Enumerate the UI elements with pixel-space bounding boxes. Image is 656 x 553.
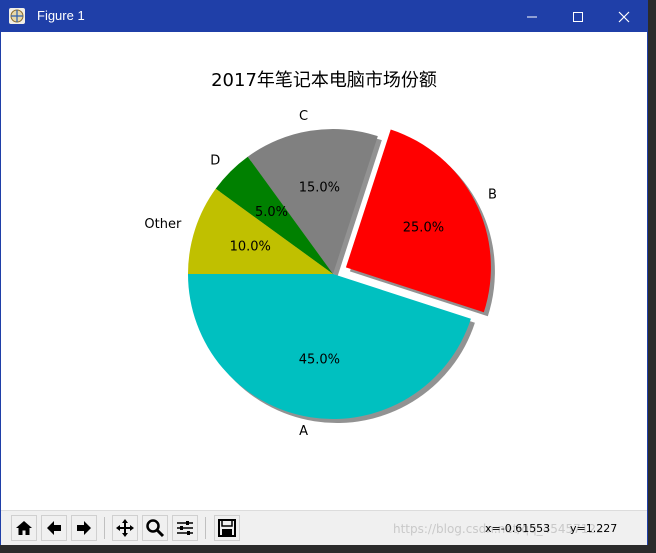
save-icon xyxy=(218,519,236,537)
maximize-button[interactable] xyxy=(555,1,601,32)
pie-percent-other: 10.0% xyxy=(230,240,271,255)
save-button[interactable] xyxy=(214,515,240,541)
close-button[interactable] xyxy=(601,1,647,32)
pie-percent-c: 15.0% xyxy=(299,181,340,196)
pie-chart: A 45.0% B 25.0% C 15.0% D 5.0% Other 10.0% xyxy=(144,109,497,439)
home-button[interactable] xyxy=(11,515,37,541)
pie-label-other: Other xyxy=(144,217,182,232)
pie-label-a: A xyxy=(299,424,308,439)
pie-label-d: D xyxy=(210,154,220,169)
pie-percent-d: 5.0% xyxy=(255,205,288,220)
minimize-icon xyxy=(527,16,537,17)
pan-button[interactable] xyxy=(112,515,138,541)
close-icon xyxy=(618,11,630,22)
forward-icon xyxy=(77,521,91,535)
zoom-icon xyxy=(146,519,165,538)
zoom-button[interactable] xyxy=(142,515,168,541)
figure-canvas[interactable]: 2017年笔记本电脑市场份额 A 45.0% B 25.0% C 15.0% D 5.0% Ot… xyxy=(1,32,647,510)
cursor-x-readout: x=-0.61553 xyxy=(485,522,551,535)
pie-percent-b: 25.0% xyxy=(403,220,444,235)
app-icon xyxy=(9,8,25,24)
configure-subplots-icon xyxy=(177,521,193,535)
toolbar-separator xyxy=(104,517,105,539)
pie-percent-a: 45.0% xyxy=(299,352,340,367)
pie-label-c: C xyxy=(299,109,308,124)
maximize-icon xyxy=(573,11,583,22)
home-icon xyxy=(16,521,32,535)
forward-button[interactable] xyxy=(71,515,97,541)
window-title: Figure 1 xyxy=(37,8,85,23)
figure-window: Figure 1 2017年笔记本电脑市场份额 A 45.0% B 25.0% C 15.… xyxy=(0,0,648,545)
navigation-toolbar: https://blog.csdn.net/qq_45457122 x=-0.6… xyxy=(1,510,647,545)
cursor-y-readout: y=1.227 xyxy=(570,522,618,535)
background-editor-edge xyxy=(648,0,656,553)
minimize-button[interactable] xyxy=(509,1,555,32)
title-bar[interactable]: Figure 1 xyxy=(1,1,647,32)
back-icon xyxy=(47,521,61,535)
pie-label-b: B xyxy=(488,188,497,203)
pan-icon xyxy=(116,519,134,537)
toolbar-separator xyxy=(205,517,206,539)
configure-subplots-button[interactable] xyxy=(172,515,198,541)
back-button[interactable] xyxy=(41,515,67,541)
